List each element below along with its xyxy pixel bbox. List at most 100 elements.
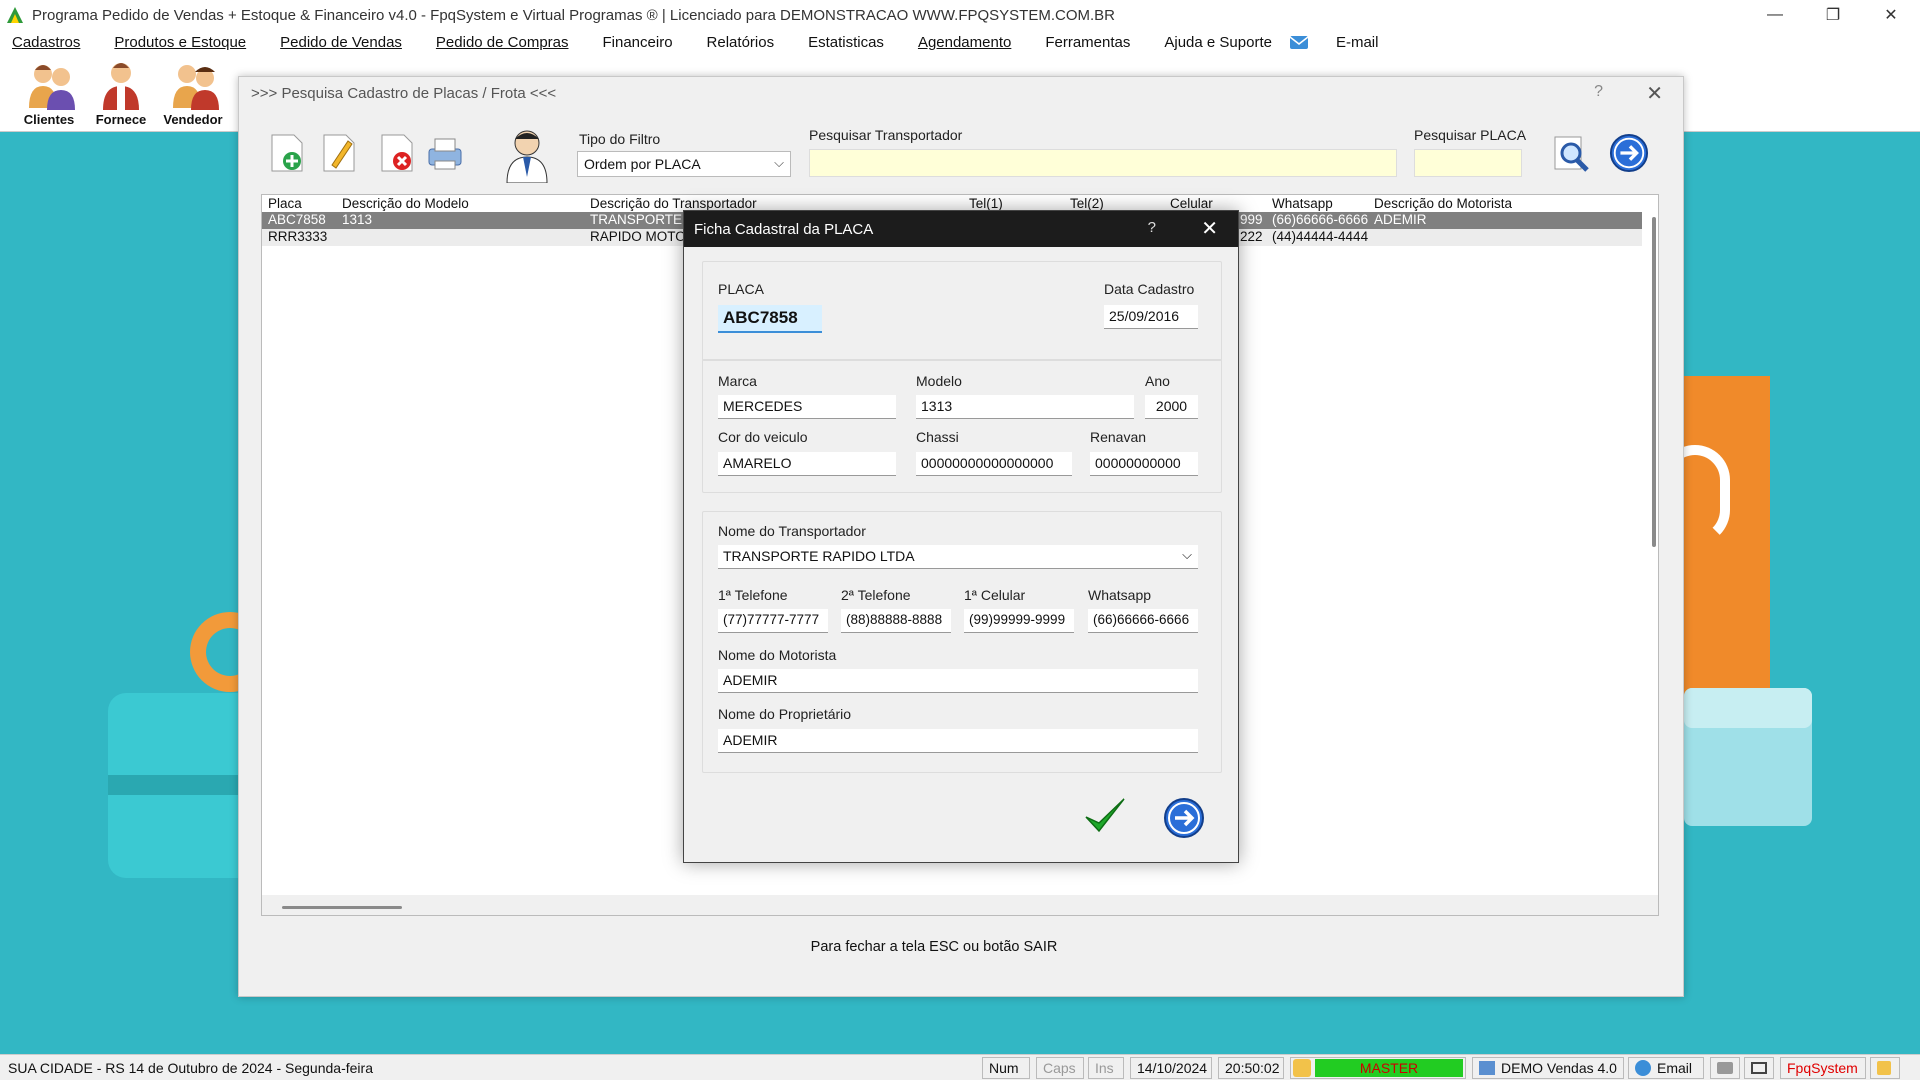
- toolbar-fornece-button[interactable]: Fornece: [86, 60, 156, 127]
- add-button[interactable]: [267, 132, 307, 174]
- menu-pedido-vendas[interactable]: Pedido de Vendas: [280, 34, 402, 51]
- status-num-text: Num: [989, 1060, 1019, 1076]
- ano-input[interactable]: 2000: [1145, 395, 1198, 419]
- column-header-celular[interactable]: Celular: [1170, 196, 1213, 211]
- edit-button[interactable]: [319, 132, 359, 174]
- proprietario-input[interactable]: ADEMIR: [718, 729, 1198, 753]
- status-calc-button[interactable]: [1744, 1057, 1774, 1079]
- cell-modelo: 1313: [342, 212, 373, 227]
- dialog-title: Ficha Cadastral da PLACA: [694, 220, 874, 238]
- column-header-whatsapp[interactable]: Whatsapp: [1272, 196, 1333, 211]
- column-header-motorista[interactable]: Descrição do Motorista: [1374, 196, 1512, 211]
- marca-label: Marca: [718, 373, 757, 389]
- globe-icon: [1635, 1060, 1651, 1076]
- ano-value: 2000: [1155, 398, 1188, 414]
- status-version: DEMO Vendas 4.0: [1472, 1057, 1624, 1079]
- column-header-transportador[interactable]: Descrição do Transportador: [590, 196, 757, 211]
- transportador-select[interactable]: TRANSPORTE RAPIDO LTDA ⌵: [718, 545, 1198, 569]
- status-version-text: DEMO Vendas 4.0: [1501, 1060, 1617, 1076]
- menu-ferramentas[interactable]: Ferramentas: [1045, 34, 1130, 51]
- cor-input[interactable]: AMARELO: [718, 452, 896, 476]
- placa-input[interactable]: ABC7858: [718, 305, 822, 333]
- print-button[interactable]: [425, 132, 465, 174]
- tel2-value: (88)88888-8888: [846, 612, 943, 627]
- chassi-input[interactable]: 00000000000000000: [916, 452, 1072, 476]
- whatsapp-input[interactable]: (66)66666-6666: [1088, 609, 1198, 633]
- status-printer-button[interactable]: [1710, 1057, 1740, 1079]
- data-cadastro-input[interactable]: 25/09/2016: [1104, 305, 1198, 329]
- search-window-title: >>> Pesquisa Cadastro de Placas / Frota …: [251, 85, 557, 102]
- modelo-input[interactable]: 1313: [916, 395, 1134, 419]
- status-email-button[interactable]: Email: [1628, 1057, 1704, 1079]
- bag-decoration-right: [1684, 376, 1770, 716]
- transportador-label: Nome do Transportador: [718, 523, 866, 539]
- menu-relatorios[interactable]: Relatórios: [707, 34, 775, 51]
- menu-ajuda-suporte[interactable]: Ajuda e Suporte: [1164, 34, 1272, 51]
- status-user: MASTER: [1290, 1057, 1466, 1079]
- title-bar: Programa Pedido de Vendas + Estoque & Fi…: [0, 0, 1920, 30]
- search-placa-label: Pesquisar PLACA: [1414, 127, 1527, 143]
- dialog-exit-arrow-button[interactable]: [1162, 796, 1206, 840]
- dialog-help-button[interactable]: ?: [1148, 219, 1156, 236]
- search-button[interactable]: [1551, 132, 1591, 174]
- proprietario-label: Nome do Proprietário: [718, 706, 852, 722]
- email-menu-icon[interactable]: [1288, 32, 1310, 52]
- menu-estatisticas[interactable]: Estatisticas: [808, 34, 884, 51]
- dialog-close-button[interactable]: ✕: [1201, 216, 1218, 241]
- vertical-scrollbar[interactable]: [1652, 217, 1656, 547]
- marca-input[interactable]: MERCEDES: [718, 395, 896, 419]
- grid-footer-strip: [262, 895, 1658, 915]
- cell-whatsapp: (66)66666-6666: [1272, 212, 1369, 227]
- marca-value: MERCEDES: [723, 398, 803, 414]
- placa-label: PLACA: [718, 281, 764, 297]
- vendedor-icon: [167, 60, 219, 110]
- tel1-input[interactable]: (77)77777-7777: [718, 609, 828, 633]
- cell-placa: RRR3333: [268, 229, 328, 244]
- chassi-value: 00000000000000000: [921, 455, 1054, 471]
- tel2-input[interactable]: (88)88888-8888: [841, 609, 951, 633]
- menu-email[interactable]: E-mail: [1336, 34, 1379, 51]
- close-window-button[interactable]: ✕: [1862, 0, 1920, 30]
- menu-agendamento[interactable]: Agendamento: [918, 34, 1011, 51]
- status-location-text: SUA CIDADE - RS 14 de Outubro de 2024 - …: [8, 1060, 373, 1076]
- horizontal-scrollbar[interactable]: [282, 906, 402, 909]
- renavan-input[interactable]: 00000000000: [1090, 452, 1198, 476]
- search-placa-input[interactable]: [1414, 149, 1522, 177]
- help-button[interactable]: ?: [1594, 83, 1603, 101]
- delete-button[interactable]: [377, 132, 417, 174]
- menu-produtos-estoque[interactable]: Produtos e Estoque: [114, 34, 246, 51]
- tel1-value: (77)77777-7777: [723, 612, 820, 627]
- cell-transportador: RAPIDO MOTO: [590, 229, 686, 244]
- fornece-icon: [95, 60, 147, 110]
- status-ins-text: Ins: [1095, 1060, 1114, 1076]
- tel2-label: 2ª Telefone: [841, 587, 911, 603]
- motorista-input[interactable]: ADEMIR: [718, 669, 1198, 693]
- window-title: Programa Pedido de Vendas + Estoque & Fi…: [32, 6, 1115, 24]
- search-transportador-input[interactable]: [809, 149, 1397, 177]
- driver-person-icon[interactable]: [501, 127, 553, 183]
- restore-button[interactable]: ❐: [1804, 0, 1862, 30]
- cel-label: 1ª Celular: [964, 587, 1026, 603]
- exit-arrow-button[interactable]: [1609, 132, 1649, 174]
- menu-financeiro[interactable]: Financeiro: [603, 34, 673, 51]
- keyboard-icon: [1751, 1062, 1767, 1074]
- column-header-modelo[interactable]: Descrição do Modelo: [342, 196, 469, 211]
- search-transportador-label: Pesquisar Transportador: [809, 127, 963, 143]
- cel-input[interactable]: (99)99999-9999: [964, 609, 1074, 633]
- menu-cadastros[interactable]: Cadastros: [12, 34, 80, 51]
- toolbar-clientes-button[interactable]: Clientes: [14, 60, 84, 127]
- filter-type-select[interactable]: Ordem por PLACA ⌵: [577, 151, 791, 177]
- close-search-window-button[interactable]: ✕: [1646, 81, 1663, 106]
- cell-placa: ABC7858: [268, 212, 326, 227]
- status-caps-text: Caps: [1043, 1060, 1076, 1076]
- column-header-tel2[interactable]: Tel(2): [1070, 196, 1104, 211]
- toolbar-vendedor-button[interactable]: Vendedor: [158, 60, 228, 127]
- status-lock-button[interactable]: [1870, 1057, 1900, 1079]
- confirm-checkmark-button[interactable]: [1082, 793, 1128, 839]
- printer-icon: [1717, 1062, 1733, 1074]
- column-header-placa[interactable]: Placa: [268, 196, 302, 211]
- status-bar: SUA CIDADE - RS 14 de Outubro de 2024 - …: [0, 1054, 1920, 1080]
- minimize-button[interactable]: —: [1746, 0, 1804, 30]
- column-header-tel1[interactable]: Tel(1): [969, 196, 1003, 211]
- menu-pedido-compras[interactable]: Pedido de Compras: [436, 34, 569, 51]
